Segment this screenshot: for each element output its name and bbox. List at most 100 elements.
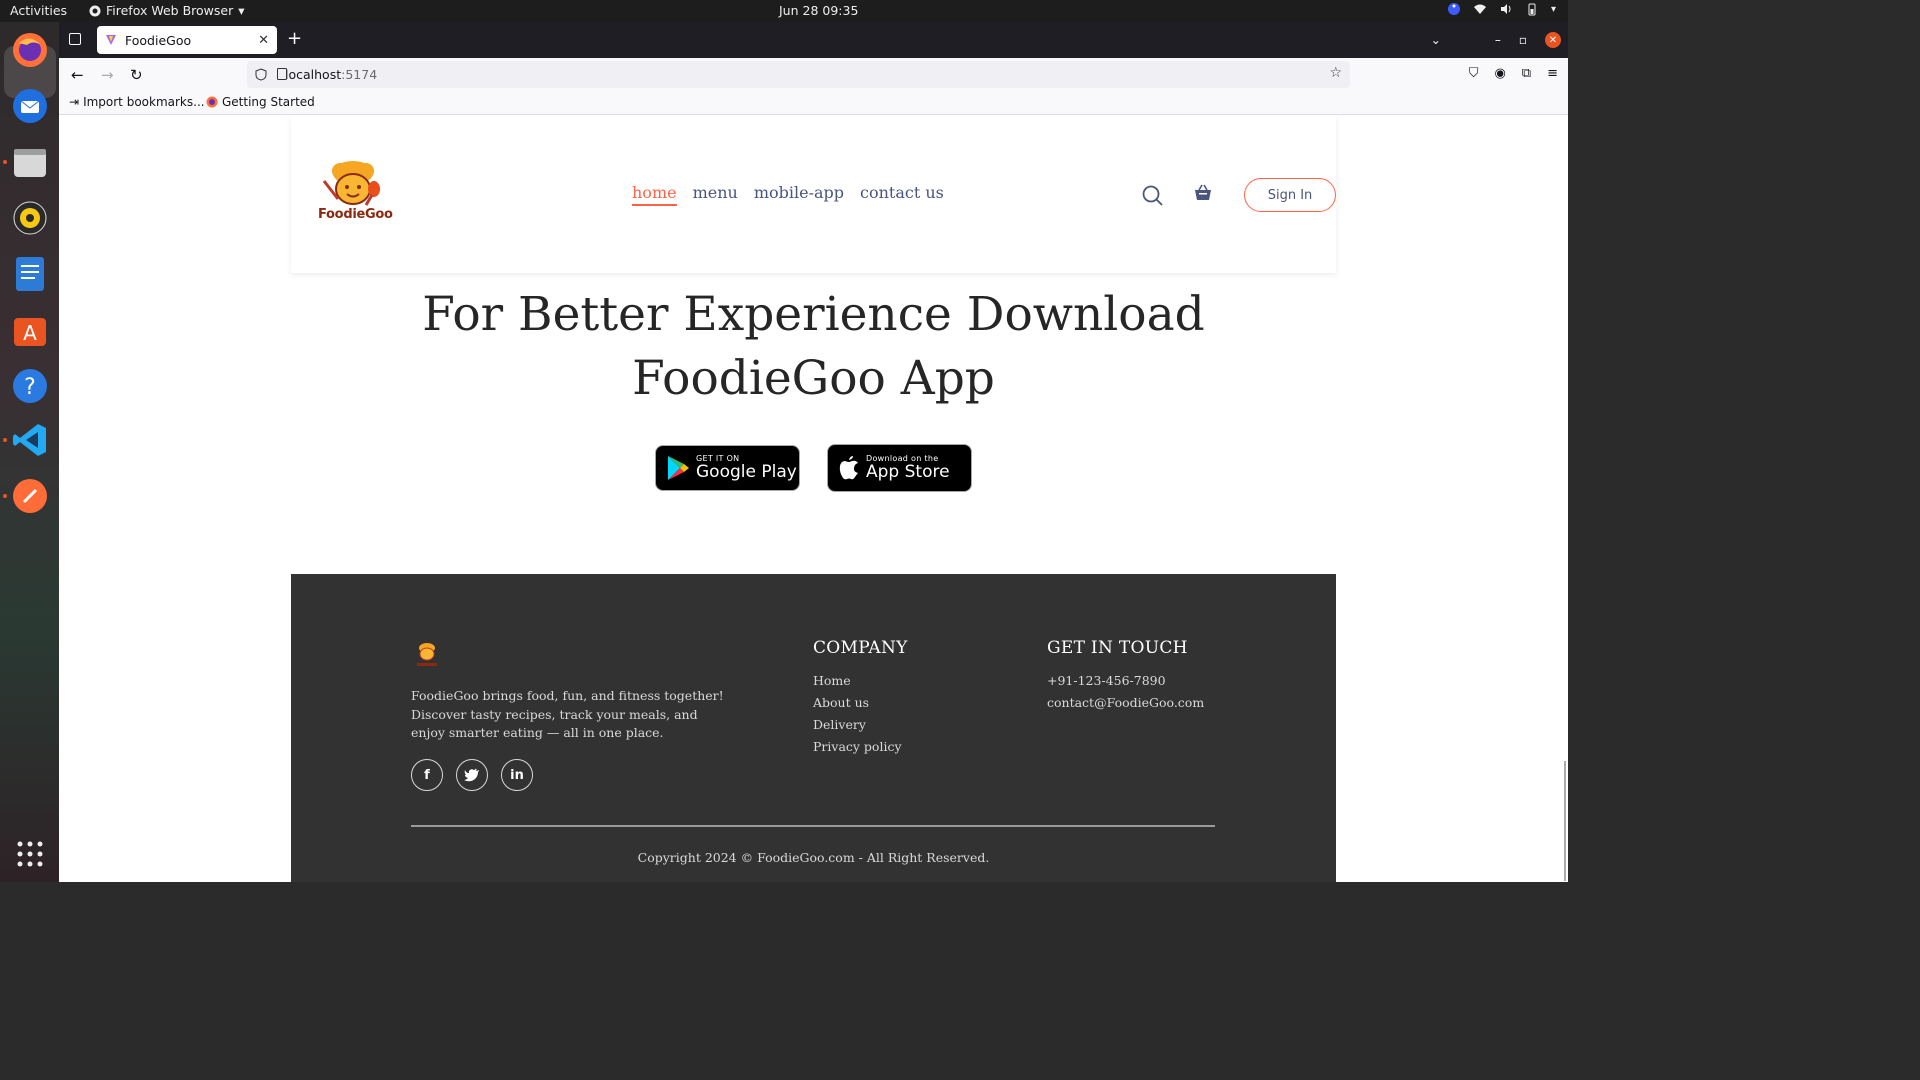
app-store-big-text: App Store xyxy=(866,462,950,482)
app-center-icon: A xyxy=(14,318,46,346)
writer-icon xyxy=(16,257,44,291)
footer-divider xyxy=(411,825,1215,827)
tab-title: FoodieGoo xyxy=(125,32,192,48)
caret-down-icon: ▾ xyxy=(238,3,245,18)
vscode-icon xyxy=(13,424,46,456)
dock-postman[interactable] xyxy=(10,476,50,516)
close-tab-icon[interactable]: ✕ xyxy=(258,33,269,48)
clock[interactable]: Jun 28 09:35 xyxy=(779,3,858,18)
contact-email: contact@FoodieGoo.com xyxy=(1047,695,1205,710)
footer-link-delivery[interactable]: Delivery xyxy=(813,714,908,736)
system-top-bar: Activities Firefox Web Browser ▾ Jun 28 … xyxy=(0,0,1568,22)
nav-mobile-app[interactable]: mobile-app xyxy=(754,183,844,206)
account-icon[interactable]: ◉ xyxy=(1494,66,1505,81)
tab-overview-icon[interactable] xyxy=(69,33,81,45)
minimize-icon[interactable]: – xyxy=(1495,33,1501,47)
heading-line-1: For Better Experience Download xyxy=(422,287,1205,342)
footer-link-home[interactable]: Home xyxy=(813,670,908,692)
dock-running-indicator xyxy=(3,160,7,164)
site-footer: FoodieGoo brings food, fun, and fitness … xyxy=(291,574,1336,882)
copyright-text: Copyright 2024 © FoodieGoo.com - All Rig… xyxy=(637,850,990,865)
app-store-button[interactable]: Download on the App Store xyxy=(827,444,972,492)
url-port: :5174 xyxy=(341,67,378,82)
linkedin-icon[interactable]: in xyxy=(501,759,533,791)
pocket-icon[interactable]: ⛉ xyxy=(1469,66,1479,81)
footer-contact: GET IN TOUCH +91-123-456-7890 contact@Fo… xyxy=(1047,638,1204,714)
url-bar[interactable]: localhost:5174 ☆ xyxy=(247,61,1350,88)
bookmark-getting-started[interactable]: Getting Started xyxy=(206,95,315,109)
dock-vscode[interactable] xyxy=(10,420,50,460)
contact-phone: +91-123-456-7890 xyxy=(1047,673,1166,688)
footer-link-privacy[interactable]: Privacy policy xyxy=(813,736,908,758)
firefox-icon xyxy=(89,5,101,16)
dock-running-indicator xyxy=(3,438,7,442)
dock-firefox[interactable] xyxy=(10,30,50,70)
contact-list: +91-123-456-7890 contact@FoodieGoo.com xyxy=(1047,670,1204,714)
battery-icon xyxy=(1528,3,1536,16)
tab-strip: FoodieGoo ✕ + ⌄ – ▫ ✕ xyxy=(59,22,1568,58)
url-host: localhost xyxy=(285,67,342,82)
twitter-icon[interactable] xyxy=(456,759,488,791)
show-apps-button[interactable] xyxy=(10,834,50,874)
web-page: FoodieGoo home menu mobile-app contact u… xyxy=(59,115,1568,882)
firefox-window: FoodieGoo ✕ + ⌄ – ▫ ✕ ← → ↻ localhost:51… xyxy=(59,22,1568,882)
tab-foodiegoo[interactable]: FoodieGoo ✕ xyxy=(97,26,277,54)
foodiegoo-footer-logo-icon[interactable] xyxy=(411,640,443,668)
search-icon[interactable] xyxy=(1142,185,1164,207)
google-play-icon xyxy=(668,456,689,480)
facebook-icon[interactable]: f xyxy=(411,759,443,791)
scrollbar-thumb[interactable] xyxy=(1564,761,1566,881)
basket-icon[interactable] xyxy=(1193,183,1213,203)
nav-contact-us[interactable]: contact us xyxy=(860,183,944,206)
footer-description: FoodieGoo brings food, fun, and fitness … xyxy=(411,688,724,740)
reload-icon[interactable]: ↻ xyxy=(130,66,143,84)
hamburger-menu-icon[interactable]: ≡ xyxy=(1547,66,1558,81)
dock-files[interactable] xyxy=(10,142,50,182)
site-header: FoodieGoo home menu mobile-app contact u… xyxy=(291,115,1336,273)
dock-writer[interactable] xyxy=(10,254,50,294)
dock-thunderbird[interactable] xyxy=(10,86,50,126)
bookmark-label: Import bookmarks... xyxy=(83,95,205,109)
volume-icon xyxy=(1500,4,1511,14)
bookmark-label: Getting Started xyxy=(222,95,315,109)
dock-help[interactable]: ? xyxy=(10,366,50,406)
svg-text:A: A xyxy=(23,321,37,345)
svg-text:?: ? xyxy=(24,375,36,400)
system-tray[interactable]: ▾ xyxy=(1447,2,1556,16)
list-all-tabs-icon[interactable]: ⌄ xyxy=(1431,33,1441,47)
nav-home[interactable]: home xyxy=(632,183,677,206)
dock-rhythmbox[interactable] xyxy=(10,198,50,238)
app-store-text: Download on the App Store xyxy=(866,454,950,482)
app-menu-label: Firefox Web Browser xyxy=(106,3,234,18)
dock: A ? xyxy=(0,22,59,882)
app-menu[interactable]: Firefox Web Browser ▾ xyxy=(89,3,245,18)
footer-company: COMPANY Home About us Delivery Privacy p… xyxy=(813,638,908,758)
bookmarks-toolbar: ⇥ Import bookmarks... Getting Started xyxy=(59,91,1568,115)
bookmark-star-icon[interactable]: ☆ xyxy=(1329,65,1342,81)
google-play-button[interactable]: GET IT ON Google Play xyxy=(655,445,800,491)
chevron-down-icon: ▾ xyxy=(1550,3,1556,15)
social-links: f in xyxy=(411,759,533,791)
sign-in-button[interactable]: Sign In xyxy=(1244,178,1336,212)
logo-text: FoodieGoo xyxy=(318,207,393,222)
wifi-icon xyxy=(1473,4,1486,14)
activities-button[interactable]: Activities xyxy=(10,3,67,18)
back-icon[interactable]: ← xyxy=(71,66,84,84)
extensions-icon[interactable]: ⧉ xyxy=(1522,66,1531,81)
restore-icon[interactable]: ▫ xyxy=(1519,33,1527,47)
bookmark-import[interactable]: ⇥ Import bookmarks... xyxy=(69,95,205,109)
nav-toolbar: ← → ↻ localhost:5174 ☆ ⛉ ◉ ⧉ ≡ xyxy=(59,58,1568,91)
new-tab-button[interactable]: + xyxy=(287,30,302,48)
import-icon: ⇥ xyxy=(69,95,80,109)
toolbar-icons: ⛉ ◉ ⧉ ≡ xyxy=(1469,66,1558,81)
nav-menu[interactable]: menu xyxy=(693,183,738,206)
forward-icon[interactable]: → xyxy=(101,66,114,84)
google-play-big-text: Google Play xyxy=(696,462,797,482)
dock-software[interactable]: A xyxy=(10,310,50,350)
postman-icon xyxy=(13,479,47,513)
close-window-icon[interactable]: ✕ xyxy=(1545,32,1561,48)
footer-link-about[interactable]: About us xyxy=(813,692,908,714)
company-links: Home About us Delivery Privacy policy xyxy=(813,670,908,758)
heading-line-2: FoodieGoo App xyxy=(632,351,995,406)
download-app-heading: For Better Experience Download FoodieGoo… xyxy=(59,283,1568,411)
